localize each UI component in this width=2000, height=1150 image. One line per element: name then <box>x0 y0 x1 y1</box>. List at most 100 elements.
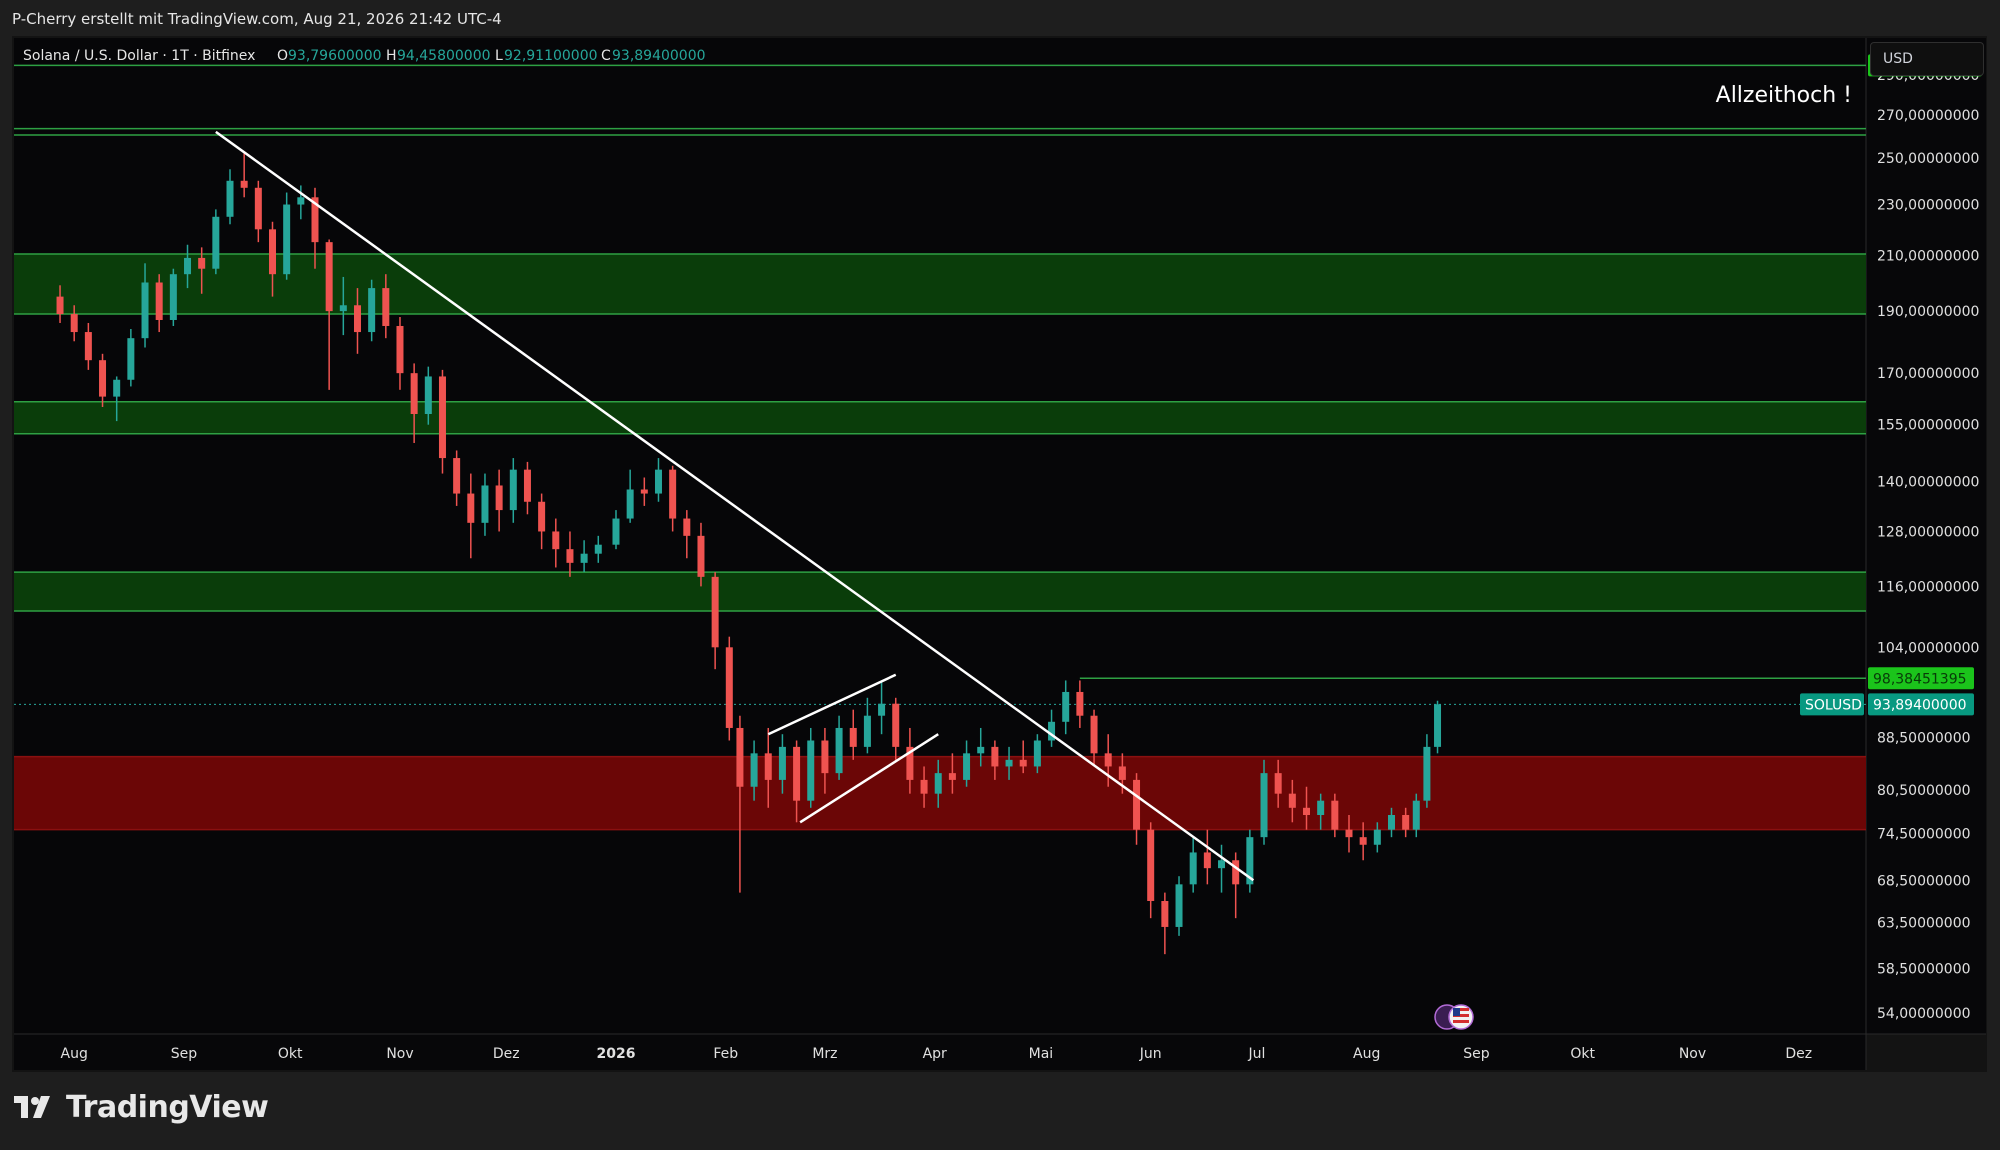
y-tick-label-18: 54,00000000 <box>1877 1006 1971 1022</box>
y-tick-label-2: 250,00000000 <box>1877 151 1979 167</box>
candle-body-40 <box>626 489 634 519</box>
x-tick-label-16: Dez <box>1785 1046 1812 1062</box>
candle-body-20 <box>339 305 347 312</box>
y-tick-label-15: 68,50000000 <box>1877 873 1971 889</box>
candle-body-47 <box>725 647 733 728</box>
candle-body-44 <box>683 518 691 536</box>
candle-body-45 <box>697 535 705 577</box>
candle-body-24 <box>396 325 404 374</box>
candle-body-94 <box>1387 814 1395 830</box>
candle-body-93 <box>1373 829 1381 845</box>
bottom-bar <box>0 1072 2000 1150</box>
candle-body-75 <box>1118 766 1126 780</box>
candle-body-66 <box>991 746 999 767</box>
candle-body-97 <box>1423 746 1431 801</box>
candle-body-82 <box>1218 860 1226 869</box>
y-tick-label-12: 88,50000000 <box>1877 730 1971 746</box>
candle-body-36 <box>566 549 574 563</box>
x-tick-label-4: Dez <box>493 1046 520 1062</box>
candle-body-16 <box>283 204 291 275</box>
candle-body-77 <box>1147 829 1155 901</box>
currency-selector[interactable]: USD <box>1870 42 1984 76</box>
candle-body-28 <box>453 458 461 494</box>
candle-body-43 <box>669 469 677 519</box>
candle-body-21 <box>353 305 361 333</box>
tradingview-logo[interactable]: TradingView <box>14 1090 269 1125</box>
candle-body-96 <box>1412 800 1420 830</box>
candle-body-64 <box>963 753 971 780</box>
zone-0 <box>14 253 1866 315</box>
candle-body-52 <box>793 746 801 801</box>
candle-body-5 <box>127 338 135 380</box>
candle-body-78 <box>1161 900 1169 927</box>
x-tick-label-6: Feb <box>713 1046 738 1062</box>
candle-body-19 <box>325 242 333 312</box>
price-chart[interactable]: Solana / U.S. Dollar · 1T · Bitfinex O 9… <box>0 0 2000 1150</box>
candle-body-32 <box>509 469 517 511</box>
candle-body-48 <box>736 727 744 787</box>
candle-body-67 <box>1005 759 1013 767</box>
x-tick-label-12: Aug <box>1353 1046 1380 1062</box>
zone-1 <box>14 401 1866 434</box>
candle-body-87 <box>1288 793 1296 808</box>
x-tick-label-9: Mai <box>1029 1046 1054 1062</box>
x-tick-label-10: Jun <box>1139 1046 1162 1062</box>
x-tick-label-0: Aug <box>61 1046 88 1062</box>
candle-body-83 <box>1232 860 1240 885</box>
candle-body-55 <box>835 727 843 774</box>
candle-body-65 <box>977 746 985 754</box>
y-tick-label-17: 58,50000000 <box>1877 961 1971 977</box>
candle-body-23 <box>382 288 390 326</box>
candle-body-30 <box>481 485 489 523</box>
candle-body-27 <box>438 376 446 459</box>
y-tick-label-8: 140,00000000 <box>1877 474 1979 490</box>
y-tick-label-11: 104,00000000 <box>1877 640 1979 656</box>
candle-body-1 <box>70 314 78 333</box>
y-tick-label-6: 170,00000000 <box>1877 366 1979 382</box>
close-label: C <box>601 48 611 64</box>
y-tick-label-9: 128,00000000 <box>1877 524 1979 540</box>
candle-body-0 <box>56 296 64 315</box>
y-tick-label-5: 190,00000000 <box>1877 304 1979 320</box>
candle-body-61 <box>920 779 928 794</box>
candle-body-29 <box>467 493 475 523</box>
x-tick-label-3: Nov <box>386 1046 413 1062</box>
candle-body-56 <box>849 727 857 747</box>
candle-body-76 <box>1133 779 1141 830</box>
candle-body-22 <box>368 288 376 333</box>
y-tick-label-4: 210,00000000 <box>1877 248 1979 264</box>
high-value: 94,45800000 <box>397 48 491 64</box>
x-tick-label-15: Nov <box>1679 1046 1706 1062</box>
candle-body-33 <box>523 469 531 502</box>
economic-events-icon[interactable] <box>1434 1004 1474 1030</box>
candle-body-25 <box>410 373 418 414</box>
low-value: 92,91100000 <box>504 48 598 64</box>
candle-body-73 <box>1090 715 1098 754</box>
y-tick-label-16: 63,50000000 <box>1877 916 1971 932</box>
x-tick-label-8: Apr <box>923 1046 947 1062</box>
candle-body-68 <box>1019 759 1027 767</box>
tradingview-logo-icon <box>14 1095 50 1118</box>
last-price-tag: 93,89400000 <box>1873 697 1967 713</box>
candle-body-57 <box>863 715 871 747</box>
candle-body-91 <box>1345 829 1353 838</box>
candle-body-41 <box>640 489 648 494</box>
high-label: H <box>386 48 397 64</box>
candle-body-9 <box>184 257 192 275</box>
open-value: 93,79600000 <box>288 48 382 64</box>
y-tick-label-14: 74,50000000 <box>1877 826 1971 842</box>
y-tick-label-10: 116,00000000 <box>1877 579 1979 595</box>
candle-body-80 <box>1189 852 1197 885</box>
open-label: O <box>277 48 288 64</box>
candle-body-86 <box>1274 773 1282 794</box>
candle-body-10 <box>198 257 206 269</box>
x-tick-label-13: Sep <box>1463 1046 1490 1062</box>
symbol-legend[interactable]: Solana / U.S. Dollar · 1T · Bitfinex O 9… <box>23 48 706 64</box>
candle-body-8 <box>169 274 177 320</box>
ticker-tag: SOLUSD <box>1805 697 1862 713</box>
candle-body-13 <box>240 180 248 188</box>
x-tick-label-7: Mrz <box>812 1046 837 1062</box>
candle-body-2 <box>84 332 92 361</box>
candle-body-89 <box>1317 800 1325 815</box>
ath-annotation[interactable]: Allzeithoch ! <box>1716 83 1852 108</box>
